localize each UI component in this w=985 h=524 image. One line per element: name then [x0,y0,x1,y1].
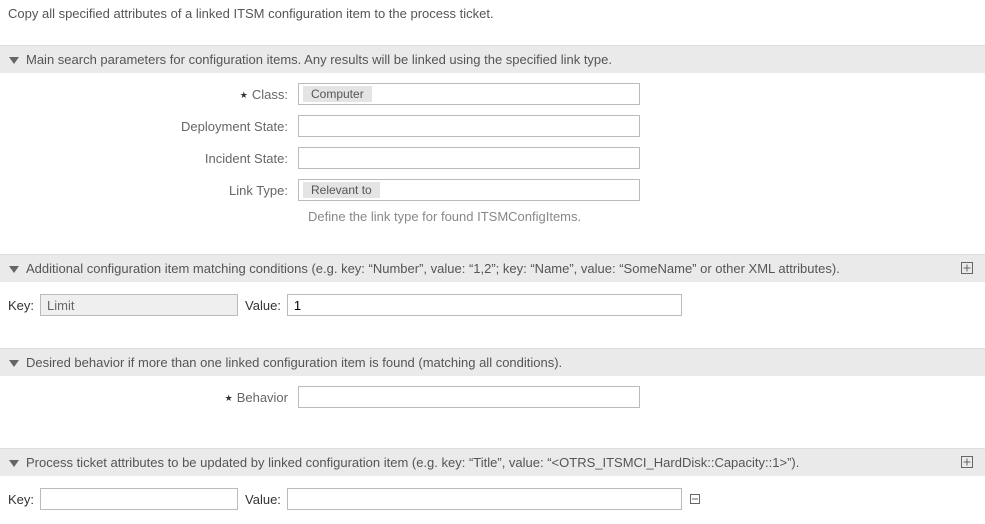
deployment-state-select[interactable] [298,115,640,137]
key-input[interactable] [40,488,238,510]
behavior-select[interactable] [298,386,640,408]
label-class: Class: [8,87,298,102]
section-header-behavior[interactable]: Desired behavior if more than one linked… [0,348,985,376]
caret-down-icon [8,357,20,369]
value-input[interactable] [287,294,682,316]
caret-down-icon [8,54,20,66]
kv-row-additional: Key: Value: [8,292,977,318]
value-input[interactable] [287,488,682,510]
key-label: Key: [8,298,34,313]
chip-class: Computer [303,86,372,102]
section-title-behavior: Desired behavior if more than one linked… [26,355,562,370]
kv-row-process: Key: Value: [8,486,977,512]
class-select[interactable]: Computer [298,83,640,105]
caret-down-icon [8,263,20,275]
add-icon[interactable] [961,456,975,470]
value-label: Value: [245,298,281,313]
value-label: Value: [245,492,281,507]
key-label: Key: [8,492,34,507]
section-header-search[interactable]: Main search parameters for configuration… [0,45,985,73]
label-link-type: Link Type: [8,183,298,198]
link-type-select[interactable]: Relevant to [298,179,640,201]
section-title-process: Process ticket attributes to be updated … [26,455,799,470]
label-deployment-state: Deployment State: [8,119,298,134]
section-header-additional[interactable]: Additional configuration item matching c… [0,254,985,282]
label-behavior: Behavior [8,390,298,405]
key-input[interactable] [40,294,238,316]
add-icon[interactable] [961,262,975,276]
section-body-process: Key: Value: [0,476,985,524]
label-incident-state: Incident State: [8,151,298,166]
section-body-behavior: Behavior [0,376,985,430]
page-description: Copy all specified attributes of a linke… [0,0,985,27]
chip-link-type: Relevant to [303,182,380,198]
section-header-process[interactable]: Process ticket attributes to be updated … [0,448,985,476]
remove-icon[interactable] [688,492,702,506]
section-title-additional: Additional configuration item matching c… [26,261,840,276]
section-title-search: Main search parameters for configuration… [26,52,612,67]
section-body-additional: Key: Value: [0,282,985,330]
incident-state-select[interactable] [298,147,640,169]
section-body-search: Class: Computer Deployment State: Incide… [0,73,985,236]
link-type-help: Define the link type for found ITSMConfi… [308,209,977,224]
caret-down-icon [8,457,20,469]
